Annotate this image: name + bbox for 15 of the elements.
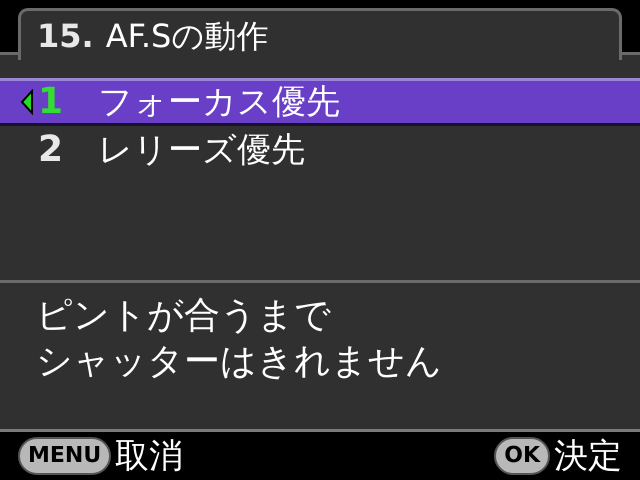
menu-option[interactable]: 2 レリーズ優先 [0,126,640,174]
caret-icon [20,89,34,115]
description-text: シャッターはきれません [36,340,443,384]
menu-option[interactable]: 1 フォーカス優先 [0,78,640,126]
title-number: 15. [37,16,94,56]
footer-label: 決定 [554,434,622,478]
key-badge: OK [494,437,550,475]
option-label: フォーカス優先 [98,80,340,124]
option-number: 1 [38,80,64,124]
option-label: レリーズ優先 [98,128,305,172]
footer-label: 取消 [115,434,184,478]
window-title: AF.Sの動作 [106,16,268,56]
description-text: ピントが合うまで [36,294,332,338]
option-number: 2 [38,128,64,172]
key-badge: MENU [18,437,112,475]
